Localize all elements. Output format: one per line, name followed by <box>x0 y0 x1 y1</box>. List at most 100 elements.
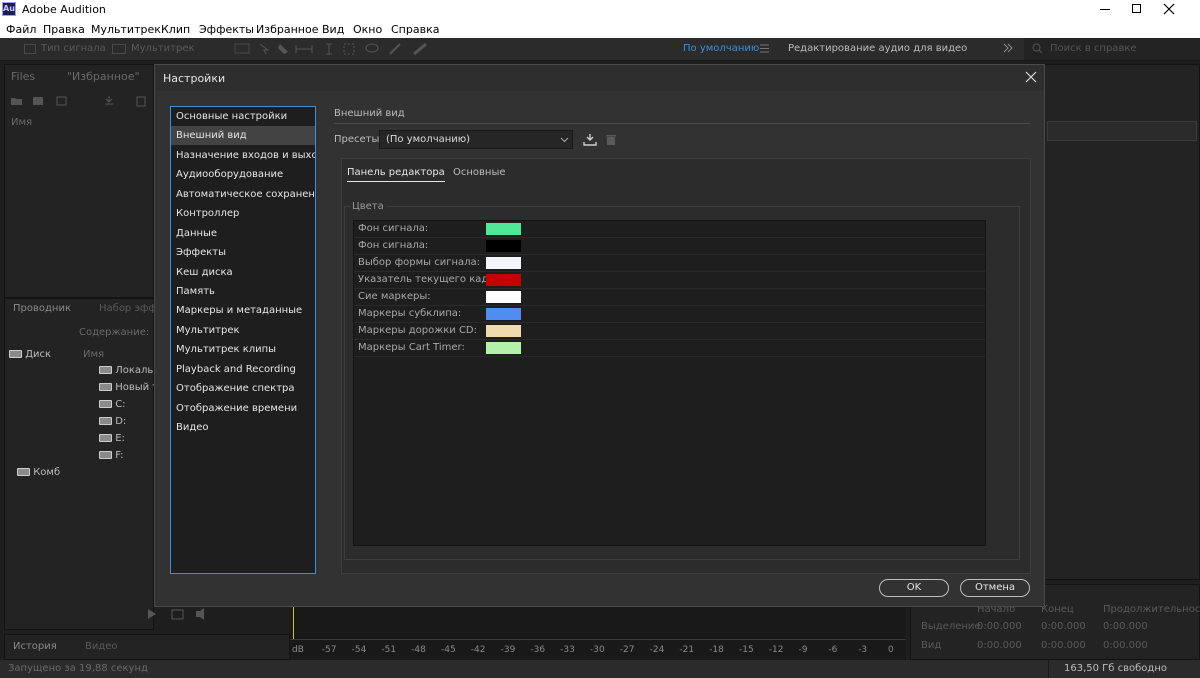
section-divider <box>334 123 1030 124</box>
menu-multitrack[interactable]: Мультитрек <box>91 23 161 36</box>
nav-multitrack[interactable]: Мультитрек <box>171 321 315 340</box>
menu-bar: Файл Правка Мультитрек Клип Эффекты Избр… <box>0 20 1200 38</box>
nav-effects[interactable]: Эффекты <box>171 243 315 262</box>
nav-io-mapping[interactable]: Назначение входов и выходов <box>171 146 315 165</box>
workspace-menu-icon[interactable] <box>760 44 769 53</box>
nav-media-cache[interactable]: Кеш диска <box>171 263 315 282</box>
selection-duration[interactable]: 0:00.000 <box>1103 621 1148 632</box>
color-swatch[interactable] <box>486 257 521 269</box>
tab-history[interactable]: История <box>13 641 57 652</box>
workspace-video[interactable]: Редактирование аудио для видео <box>788 43 967 54</box>
list-item[interactable]: F: <box>99 450 124 461</box>
list-item[interactable]: Новый т <box>99 382 158 393</box>
color-swatch[interactable] <box>486 291 521 303</box>
list-item[interactable]: C: <box>99 399 126 410</box>
color-swatch[interactable] <box>486 342 521 354</box>
tab-video[interactable]: Видео <box>85 641 118 652</box>
dialog-close-icon[interactable] <box>1025 71 1037 83</box>
nav-general[interactable]: Основные настройки <box>171 107 315 126</box>
color-swatch[interactable] <box>486 325 521 337</box>
files-column-name[interactable]: Имя <box>11 117 32 128</box>
maximize-icon[interactable] <box>1132 4 1141 13</box>
presets-dropdown[interactable]: (По умолчанию) <box>379 130 573 149</box>
meter-tick-label: -51 <box>381 645 397 655</box>
cancel-button[interactable]: Отмена <box>960 579 1030 597</box>
browser-column-name[interactable]: Имя <box>83 349 104 360</box>
waveform-view-button[interactable]: Тип сигнала <box>41 43 106 54</box>
nav-auto-save[interactable]: Автоматическое сохранение <box>171 185 315 204</box>
tab-general[interactable]: Основные <box>453 167 506 178</box>
menu-file[interactable]: Файл <box>6 23 36 36</box>
close-icon[interactable] <box>1162 2 1176 16</box>
ok-button[interactable]: OK <box>879 579 949 597</box>
nav-multitrack-clips[interactable]: Мультитрек клипы <box>171 340 315 359</box>
transport-icons <box>146 607 216 621</box>
meter-tick-label: -24 <box>649 645 665 655</box>
color-swatch[interactable] <box>486 274 521 286</box>
workspace-default[interactable]: По умолчанию <box>683 43 759 54</box>
browser-list: Локальн Новый т C: D: E: F: <box>83 365 160 469</box>
tab-favorites[interactable]: "Избранное" <box>67 70 140 83</box>
selection-start[interactable]: 0:00.000 <box>977 621 1022 632</box>
tree-item-disk[interactable]: Диск <box>9 349 51 360</box>
list-item[interactable]: Локальн <box>99 365 160 376</box>
meter-tick-label: -15 <box>739 645 754 655</box>
selection-end[interactable]: 0:00.000 <box>1041 621 1086 632</box>
multitrack-view-button[interactable]: Мультитрек <box>131 43 195 54</box>
nav-appearance[interactable]: Внешний вид <box>171 126 315 145</box>
nav-memory[interactable]: Память <box>171 282 315 301</box>
color-swatch[interactable] <box>486 308 521 320</box>
nav-audio-hardware[interactable]: Аудиооборудование <box>171 165 315 184</box>
nav-video[interactable]: Видео <box>171 418 315 437</box>
color-swatch[interactable] <box>486 223 521 235</box>
search-field[interactable]: Поиск в справке <box>1024 38 1200 60</box>
menu-effects[interactable]: Эффекты <box>199 23 254 36</box>
tab-files[interactable]: Files <box>11 70 35 83</box>
color-row: Фон сигнала: <box>354 221 985 238</box>
meter-tick-label: -9 <box>798 645 808 655</box>
level-meter: dB -57 -54 -51 -48 -45 -42 -39 -36 -33 -30 -27 -24 -2… <box>290 607 906 660</box>
toolbar: Тип сигнала Мультитрек По умолчанию Реда… <box>0 38 1200 61</box>
column-duration: Продолжительность <box>1103 604 1200 615</box>
list-item[interactable]: D: <box>99 416 126 427</box>
nav-markers-metadata[interactable]: Маркеры и метаданные <box>171 301 315 320</box>
menu-help[interactable]: Справка <box>391 23 439 36</box>
color-row: Выбор формы сигнала: <box>354 255 985 272</box>
menu-clip[interactable]: Клип <box>161 23 190 36</box>
nav-control-surface[interactable]: Контроллер <box>171 204 315 223</box>
tab-editor-panel[interactable]: Панель редактора <box>347 167 445 182</box>
meter-tick-label: -18 <box>709 645 724 655</box>
minimize-icon[interactable] <box>1100 9 1110 10</box>
multitrack-icon[interactable] <box>112 44 126 54</box>
nav-data[interactable]: Данные <box>171 224 315 243</box>
tab-explorer[interactable]: Проводник <box>13 303 71 314</box>
view-duration[interactable]: 0:00.000 <box>1103 640 1148 651</box>
menu-window[interactable]: Окно <box>353 23 382 36</box>
color-swatch[interactable] <box>486 240 521 252</box>
menu-favorites[interactable]: Избранное <box>256 23 318 36</box>
status-divider <box>1048 660 1049 678</box>
menu-view[interactable]: Вид <box>322 23 344 36</box>
nav-time-display[interactable]: Отображение времени <box>171 399 315 418</box>
view-end[interactable]: 0:00.000 <box>1041 640 1086 651</box>
save-preset-icon[interactable] <box>583 133 597 146</box>
app-logo: Au <box>2 2 16 16</box>
search-icon <box>1032 43 1043 54</box>
row-view-label: Вид <box>921 640 942 651</box>
preferences-nav: Основные настройки Внешний вид Назначени… <box>170 106 316 574</box>
meter-tick-label: -54 <box>351 645 367 655</box>
colors-group: Цвета Фон сигнала: Фон сигнала: Выбор фо… <box>344 201 1020 560</box>
waveform-icon[interactable] <box>24 44 36 54</box>
workspace-overflow-icon[interactable] <box>1003 43 1013 53</box>
media-browser-panel: Проводник Набор эффе Содержание: Диск Ко… <box>4 298 163 630</box>
list-item[interactable]: E: <box>99 433 125 444</box>
menu-edit[interactable]: Правка <box>43 23 85 36</box>
tree-item-computer[interactable]: Комб <box>17 467 60 478</box>
meter-tick-label: -6 <box>828 645 838 655</box>
view-start[interactable]: 0:00.000 <box>977 640 1022 651</box>
nav-playback-recording[interactable]: Playback and Recording <box>171 360 315 379</box>
section-title: Внешний вид <box>334 108 405 119</box>
delete-preset-icon[interactable] <box>606 134 616 146</box>
nav-spectral-displays[interactable]: Отображение спектра <box>171 379 315 398</box>
properties-dropdown[interactable] <box>1047 121 1197 141</box>
